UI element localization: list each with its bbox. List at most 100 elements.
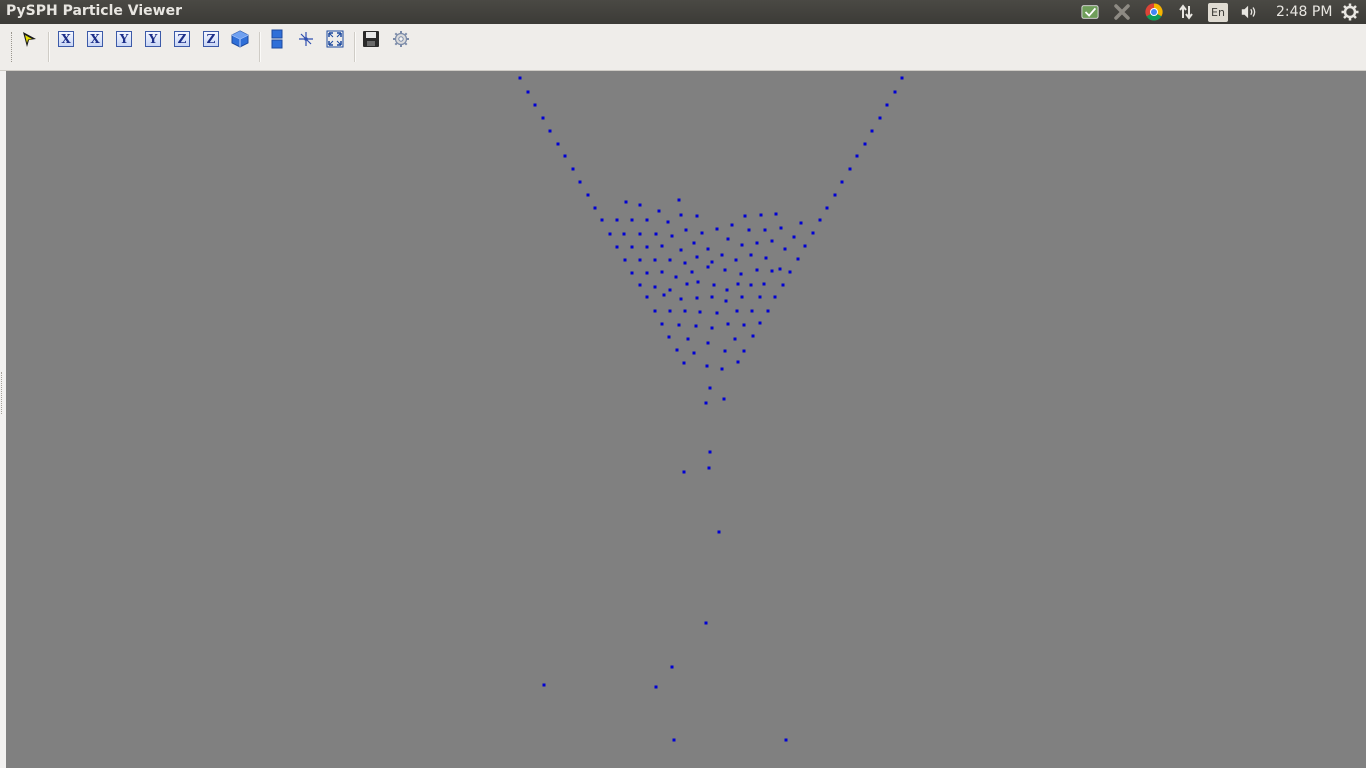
particle <box>710 295 714 299</box>
volume-icon[interactable] <box>1240 3 1258 21</box>
particle <box>700 231 704 235</box>
particle <box>747 228 751 232</box>
particle <box>670 665 674 669</box>
chrome-icon[interactable] <box>1145 3 1163 21</box>
particle <box>708 386 712 390</box>
particle <box>630 245 634 249</box>
particle <box>556 142 560 146</box>
configure-icon[interactable] <box>390 28 412 50</box>
particle <box>723 349 727 353</box>
particle <box>638 203 642 207</box>
view-z-minus-icon[interactable]: Z <box>200 28 222 50</box>
particle <box>694 324 698 328</box>
particle <box>630 271 634 275</box>
particle <box>692 351 696 355</box>
particle <box>682 361 686 365</box>
particle <box>783 247 787 251</box>
particle <box>766 309 770 313</box>
particle <box>677 323 681 327</box>
particle <box>758 321 762 325</box>
particle <box>710 260 714 264</box>
particle <box>667 335 671 339</box>
particle <box>770 239 774 243</box>
full-screen-icon[interactable] <box>324 28 346 50</box>
particle <box>706 341 710 345</box>
view-z-plus-icon[interactable]: Z <box>171 28 193 50</box>
particle <box>645 295 649 299</box>
particle <box>743 214 747 218</box>
particle <box>645 218 649 222</box>
particle <box>733 337 737 341</box>
side-panel-splitter-handle[interactable] <box>1 372 5 414</box>
particle <box>586 193 590 197</box>
particle <box>679 248 683 252</box>
particle <box>730 223 734 227</box>
particle <box>695 214 699 218</box>
toggle-axes-icon[interactable] <box>295 28 317 50</box>
particle-viewer-canvas[interactable] <box>6 71 1366 768</box>
interaction-mode-icon[interactable] <box>18 28 40 50</box>
particle <box>848 167 852 171</box>
view-y-minus-icon[interactable]: Y <box>142 28 164 50</box>
mute-app-icon[interactable] <box>1113 3 1131 21</box>
particle <box>870 129 874 133</box>
particle <box>755 241 759 245</box>
particle <box>773 295 777 299</box>
particle <box>717 530 721 534</box>
particle <box>749 283 753 287</box>
clock[interactable]: 2:48 PM <box>1276 4 1332 20</box>
particle <box>526 90 530 94</box>
particle <box>720 253 724 257</box>
save-scene-icon[interactable] <box>360 28 382 50</box>
particle <box>518 76 522 80</box>
particle <box>840 180 844 184</box>
particle <box>660 244 664 248</box>
view-x-plus-icon[interactable]: X <box>55 28 77 50</box>
isometric-view-icon[interactable] <box>229 28 251 50</box>
system-top-bar: PySPH Particle Viewer En 2:48 PM <box>0 0 1366 24</box>
particle <box>803 244 807 248</box>
particle <box>682 470 686 474</box>
particle <box>578 180 582 184</box>
particle <box>542 683 546 687</box>
toolbar-grip[interactable] <box>11 32 15 62</box>
particle <box>740 243 744 247</box>
particle <box>706 265 710 269</box>
particle <box>825 206 829 210</box>
view-x-minus-icon[interactable]: X <box>84 28 106 50</box>
particle <box>885 103 889 107</box>
particle <box>735 309 739 313</box>
particle <box>593 206 597 210</box>
particle <box>695 296 699 300</box>
particle <box>600 218 604 222</box>
language-icon[interactable]: En <box>1208 3 1228 22</box>
particle <box>684 228 688 232</box>
window-title: PySPH Particle Viewer <box>6 3 182 19</box>
particle <box>670 234 674 238</box>
particle <box>683 261 687 265</box>
toggle-scene-panel-icon[interactable] <box>266 28 288 50</box>
particle <box>742 323 746 327</box>
particle <box>715 227 719 231</box>
particle <box>622 232 626 236</box>
toolbar-separator <box>48 32 50 62</box>
network-updown-icon[interactable] <box>1177 3 1195 21</box>
particle <box>657 209 661 213</box>
particle <box>755 268 759 272</box>
particle <box>571 167 575 171</box>
keyboard-indicator-icon[interactable] <box>1081 3 1099 21</box>
particle <box>675 348 679 352</box>
view-y-plus-icon[interactable]: Y <box>113 28 135 50</box>
particle <box>763 228 767 232</box>
particle <box>708 450 712 454</box>
particle-scene[interactable] <box>6 71 1366 768</box>
particle <box>736 360 740 364</box>
particle <box>759 213 763 217</box>
power-gear-icon[interactable] <box>1341 3 1359 21</box>
particle <box>623 258 627 262</box>
particle <box>758 295 762 299</box>
particle <box>683 309 687 313</box>
particle <box>692 241 696 245</box>
particle <box>751 334 755 338</box>
particle <box>725 288 729 292</box>
